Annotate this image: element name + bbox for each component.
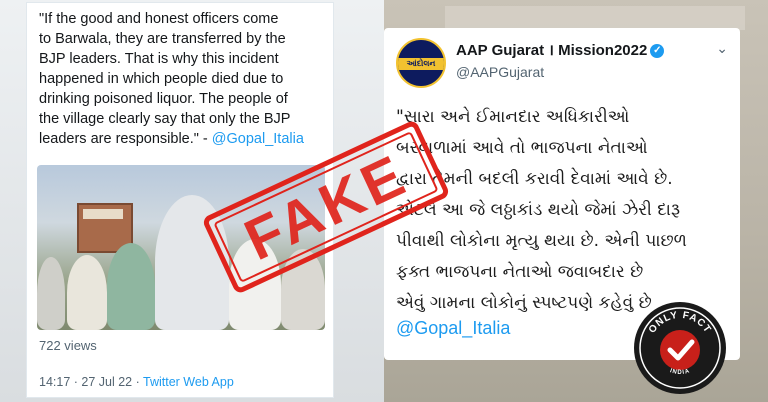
mention-link[interactable]: @Gopal_Italia	[212, 131, 304, 147]
tweet-meta: 14:17 · 27 Jul 22 · Twitter Web App	[39, 375, 234, 389]
verified-icon: ✓	[650, 44, 665, 59]
source-link[interactable]: Twitter Web App	[143, 375, 234, 389]
mention-link[interactable]: @Gopal_Italia	[396, 318, 510, 339]
person	[67, 255, 107, 330]
view-count: 722 views	[39, 338, 97, 353]
tweet-line: એટલે આ જે લઠ્ઠાકાંડ થયો જેમાં ઝેરી દારૂ	[396, 200, 680, 220]
tweet-line: the village clearly say that only the BJ…	[39, 111, 291, 127]
avatar[interactable]: આંદોલન	[396, 38, 446, 88]
chevron-down-icon[interactable]: ⌄	[716, 40, 728, 57]
background-banner	[445, 6, 745, 30]
account-handle[interactable]: @AAPGujarat	[456, 64, 544, 80]
tweet-line: પીવાથી લોકોના મૃત્યુ થયા છે. એની પાછળ	[396, 231, 687, 251]
tweet-line: બરવાળામાં આવે તો ભાજપના નેતાઓ	[396, 138, 648, 158]
timestamp: 14:17 · 27 Jul 22 ·	[39, 375, 144, 389]
tweet-line: "સારા અને ઈમાનદાર અધિકારીઓ	[396, 107, 630, 127]
account-name[interactable]: AAP Gujarat । Mission2022 ✓	[456, 40, 665, 60]
tweet-line: "If the good and honest officers come	[39, 11, 279, 27]
tweet-line: ફક્ત ભાજપના નેતાઓ જવાબદાર છે	[396, 262, 644, 282]
tweet-line: drinking poisoned liquor. The people of	[39, 91, 288, 107]
gate-sign	[83, 209, 123, 219]
tweet-line-last: leaders are responsible." - @Gopal_Itali…	[39, 129, 323, 149]
tweet-line: BJP leaders. That is why this incident	[39, 51, 279, 67]
tweet-line: leaders are responsible." -	[39, 131, 212, 147]
tweet-text: "સારા અને ઈમાનદાર અધિકારીઓ બરવાળામાં આવે…	[396, 102, 732, 319]
person	[37, 257, 65, 330]
tweet-line: happened in which people died due to	[39, 71, 284, 87]
avatar-label: આંદોલન	[406, 59, 436, 68]
tweet-text: "If the good and honest officers come to…	[39, 9, 323, 149]
checkmark-circle	[660, 330, 700, 370]
tweet-line: to Barwala, they are transferred by the	[39, 31, 286, 47]
only-fact-logo: ONLY FACT INDIA	[634, 302, 726, 394]
account-name-text: AAP Gujarat । Mission2022	[456, 42, 648, 59]
person	[107, 243, 155, 330]
